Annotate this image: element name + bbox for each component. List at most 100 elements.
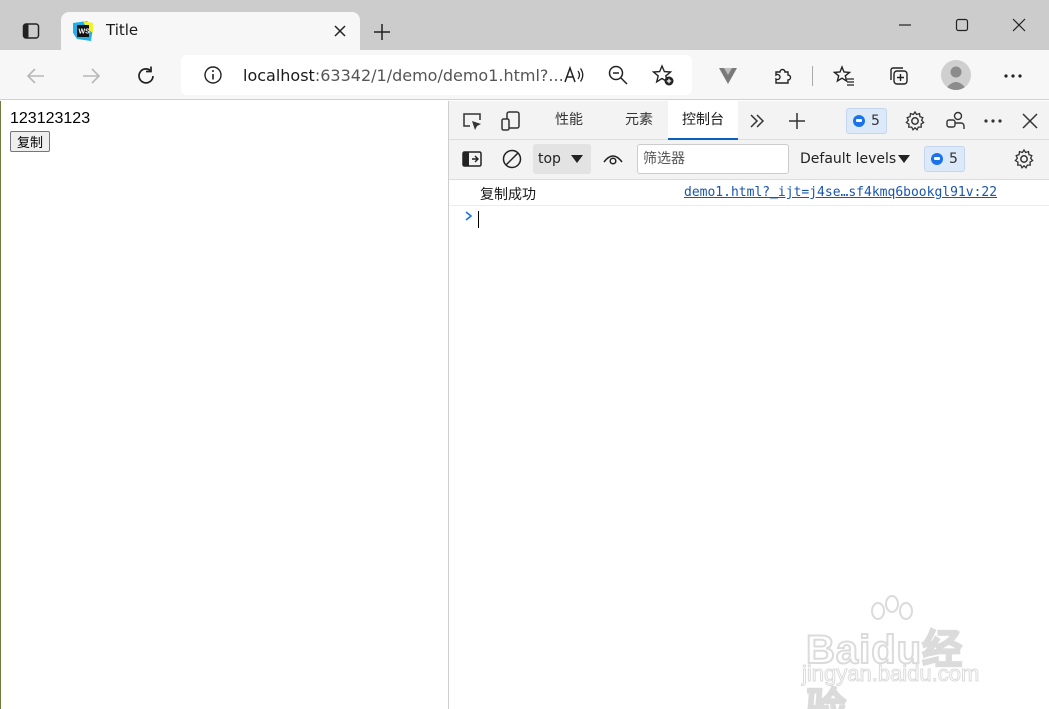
maximize-button[interactable]	[942, 10, 982, 40]
console-message-text: 复制成功	[480, 187, 536, 203]
add-tool-button[interactable]	[784, 108, 810, 134]
zoom-out-icon	[608, 65, 628, 85]
person-icon	[945, 66, 967, 90]
device-emulation-button[interactable]	[498, 108, 524, 134]
console-prompt-icon	[465, 211, 473, 221]
add-favorite-button[interactable]	[652, 64, 674, 86]
close-devtools-button[interactable]	[1017, 108, 1043, 134]
people-icon	[946, 111, 965, 129]
tab-actions-icon	[22, 23, 40, 39]
forward-button[interactable]	[75, 60, 107, 92]
more-horizontal-icon	[984, 119, 1002, 123]
console-filter-bar: top Default levels 5	[449, 140, 1049, 180]
arrow-left-icon	[26, 68, 44, 84]
more-tabs-button[interactable]	[744, 108, 770, 134]
issues-count: 5	[871, 113, 880, 129]
refresh-button[interactable]	[130, 60, 162, 92]
plus-icon	[374, 24, 390, 40]
more-horizontal-icon	[1004, 74, 1022, 78]
copy-button[interactable]: 复制	[10, 131, 51, 152]
webstorm-icon: WS	[73, 21, 93, 41]
address-bar[interactable]: localhost:63342/1/demo/demo1.html?...	[181, 55, 692, 95]
page-text: 123123123	[10, 110, 91, 127]
arrow-right-icon	[83, 68, 101, 84]
message-icon	[931, 153, 943, 165]
log-levels-label: Default levels	[800, 151, 897, 167]
plus-icon	[789, 113, 805, 129]
zoom-button[interactable]	[607, 64, 629, 86]
tab-performance[interactable]: 性能	[542, 101, 596, 140]
sidebar-toggle-icon	[462, 151, 482, 167]
favorites-button[interactable]	[828, 60, 860, 92]
close-icon	[1022, 113, 1038, 129]
tab-close-button[interactable]	[330, 21, 350, 41]
issues-badge[interactable]: 5	[846, 108, 887, 134]
star-add-icon	[652, 64, 674, 86]
title-bar: WS Title	[0, 0, 1049, 50]
url-path: :63342/1/demo/demo1.html?...	[314, 66, 564, 85]
minimize-button[interactable]	[885, 10, 925, 40]
close-icon	[334, 25, 346, 37]
read-aloud-icon	[564, 65, 584, 83]
watermark-url: jingyan.baidu.com	[801, 661, 980, 687]
gear-icon	[905, 110, 925, 131]
message-icon	[853, 115, 865, 127]
console-input-caret[interactable]	[478, 211, 479, 228]
vue-devtools-icon	[719, 68, 737, 84]
collections-icon	[890, 67, 908, 85]
watermark: Baidu经验 jingyan.baidu.com	[800, 595, 1000, 709]
gear-icon	[1014, 148, 1034, 169]
console-filter-input[interactable]	[637, 144, 789, 174]
tab-title: Title	[106, 21, 139, 39]
console-message-source-link[interactable]: demo1.html?_ijt=j4se…sf4kmq6bookgl91v:22	[684, 185, 997, 200]
minimize-icon	[899, 24, 911, 26]
back-button[interactable]	[20, 60, 52, 92]
log-levels-select[interactable]: Default levels	[800, 144, 910, 174]
maximize-icon	[955, 18, 969, 32]
url-host: localhost	[243, 66, 315, 85]
chevron-double-right-icon	[750, 114, 765, 128]
console-issues-count: 5	[949, 151, 958, 167]
svg-text:WS: WS	[79, 29, 91, 36]
profile-avatar[interactable]	[941, 60, 971, 90]
new-tab-button[interactable]	[368, 18, 396, 46]
refresh-icon	[138, 66, 154, 84]
inspect-button[interactable]	[459, 108, 485, 134]
console-settings-button[interactable]	[1011, 146, 1037, 172]
devtools-tab-bar: 性能 元素 控制台 5	[449, 101, 1049, 140]
page-viewport: 123123123 复制	[0, 101, 448, 709]
tab-actions-button[interactable]	[10, 13, 52, 49]
url-text[interactable]: localhost:63342/1/demo/demo1.html?...	[243, 66, 564, 85]
console-message: 复制成功 demo1.html?_ijt=j4se…sf4kmq6bookgl9…	[449, 180, 1049, 206]
console-issues-badge[interactable]: 5	[924, 146, 965, 172]
connected-devices-button[interactable]	[942, 108, 968, 134]
devtools-settings-button[interactable]	[902, 108, 928, 134]
extension-button[interactable]	[712, 60, 744, 92]
tab-console[interactable]: 控制台	[668, 101, 738, 140]
browser-toolbar: localhost:63342/1/demo/demo1.html?...	[0, 50, 1049, 100]
close-icon	[1012, 18, 1026, 32]
device-icon	[501, 111, 520, 131]
puzzle-icon	[775, 68, 792, 84]
settings-more-button[interactable]	[997, 60, 1029, 92]
tab-elements[interactable]: 元素	[612, 101, 666, 140]
show-sidebar-button[interactable]	[459, 146, 485, 172]
favorites-icon	[833, 65, 854, 86]
devtools-more-button[interactable]	[980, 108, 1006, 134]
info-icon[interactable]	[203, 65, 223, 85]
browser-tab[interactable]: WS Title	[61, 12, 360, 50]
chevron-down-icon	[898, 155, 910, 163]
read-aloud-button[interactable]	[563, 64, 585, 86]
clear-icon	[502, 149, 522, 169]
clear-console-button[interactable]	[499, 146, 525, 172]
collections-button[interactable]	[883, 60, 915, 92]
toolbar-separator	[812, 66, 813, 86]
eye-icon	[603, 155, 623, 165]
context-select[interactable]: top	[533, 144, 591, 174]
live-expression-button[interactable]	[600, 146, 626, 172]
inspect-icon	[463, 113, 481, 130]
context-value: top	[538, 151, 561, 167]
close-window-button[interactable]	[999, 10, 1039, 40]
extensions-button[interactable]	[767, 60, 799, 92]
chevron-down-icon	[571, 155, 583, 163]
